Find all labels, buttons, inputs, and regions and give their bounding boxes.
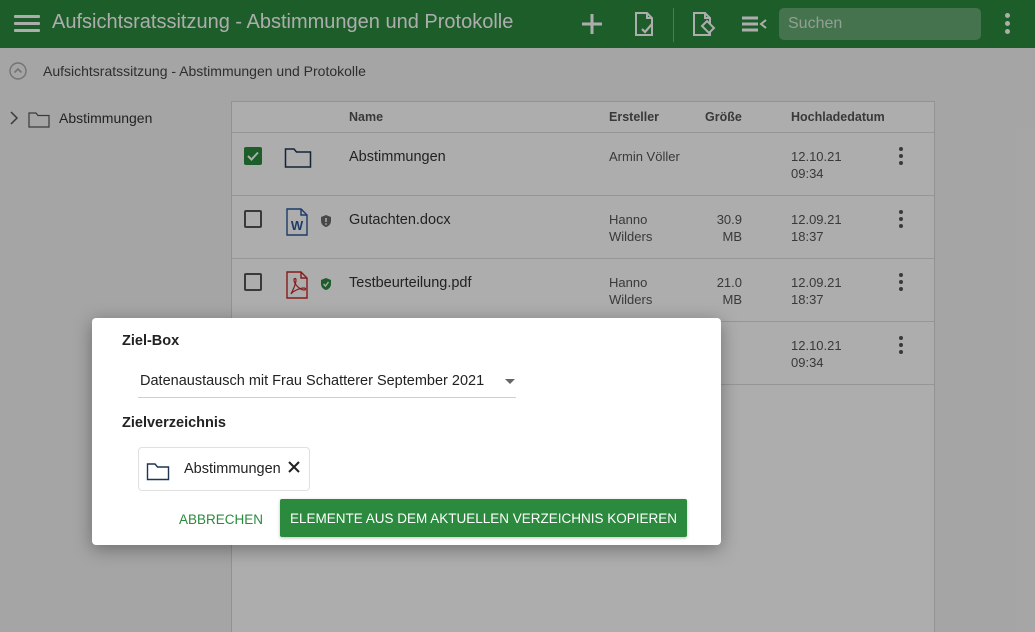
folder-icon	[146, 463, 170, 481]
target-box-select[interactable]: Datenaustausch mit Frau Schatterer Septe…	[138, 368, 516, 398]
copy-elements-button[interactable]: ELEMENTE AUS DEM AKTUELLEN VERZEICHNIS K…	[280, 499, 687, 537]
copy-dialog: Ziel-Box Datenaustausch mit Frau Schatte…	[92, 318, 721, 545]
target-dir-value: Abstimmungen	[184, 461, 281, 477]
target-box-label: Ziel-Box	[122, 333, 180, 349]
cancel-button[interactable]: ABBRECHEN	[172, 501, 270, 537]
target-dir-label: Zielverzeichnis	[122, 415, 226, 431]
close-icon[interactable]	[286, 459, 302, 475]
dropdown-caret-icon	[505, 379, 515, 384]
target-dir-chip[interactable]: Abstimmungen	[138, 447, 310, 491]
target-box-value: Datenaustausch mit Frau Schatterer Septe…	[140, 373, 485, 389]
